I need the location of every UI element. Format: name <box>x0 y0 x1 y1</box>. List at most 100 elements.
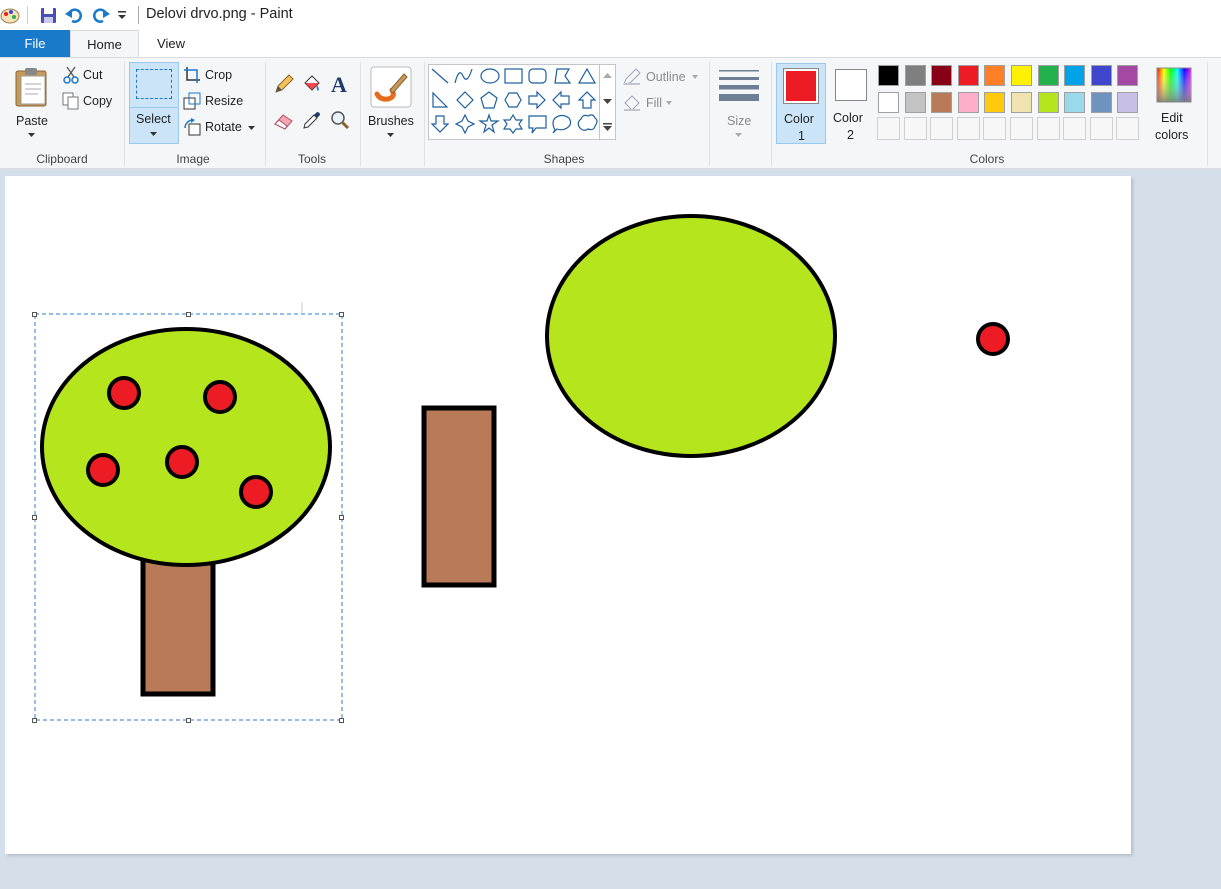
palette-swatch[interactable] <box>984 65 1006 86</box>
tab-file[interactable]: File <box>0 30 70 57</box>
custom-color-slot[interactable] <box>983 117 1007 141</box>
selection-handle[interactable] <box>32 312 37 317</box>
selection-handle[interactable] <box>339 515 344 520</box>
rotate-button[interactable]: Rotate <box>182 117 262 139</box>
custom-color-slot[interactable] <box>1063 117 1087 141</box>
select-label: Select <box>136 112 171 126</box>
palette-swatch[interactable] <box>1064 65 1086 86</box>
resize-button[interactable]: Resize <box>182 91 252 113</box>
fill-button[interactable]: Fill <box>622 93 702 115</box>
line-width-icon <box>719 70 759 101</box>
eraser-icon[interactable] <box>273 109 295 131</box>
copy-button[interactable]: Copy <box>60 90 120 112</box>
rectangle-shape-icon <box>504 68 523 84</box>
color1-label: Color <box>784 112 814 126</box>
palette-swatch[interactable] <box>931 65 953 86</box>
custom-color-slot[interactable] <box>903 117 927 141</box>
selection-handle[interactable] <box>32 718 37 723</box>
outline-brush-icon <box>623 68 641 85</box>
fill-bucket-icon[interactable] <box>301 73 323 95</box>
image-group-label: Image <box>176 152 210 166</box>
tab-view[interactable]: View <box>139 30 203 57</box>
text-tool-icon[interactable]: A <box>329 73 351 95</box>
right-arrow-shape-icon <box>528 90 546 110</box>
edit-colors-button[interactable]: Edit colors <box>1151 63 1197 144</box>
custom-color-slot[interactable] <box>930 117 954 141</box>
palette-swatch[interactable] <box>878 91 899 113</box>
group-separator <box>709 62 710 166</box>
save-icon[interactable] <box>40 7 57 24</box>
group-separator <box>265 62 266 166</box>
palette-swatch[interactable] <box>904 91 926 113</box>
palette-swatch[interactable] <box>1011 65 1032 86</box>
palette-swatch[interactable] <box>1011 91 1032 113</box>
palette-swatch[interactable] <box>904 65 926 86</box>
drawing-canvas[interactable] <box>5 176 1131 854</box>
custom-color-slot[interactable] <box>1089 117 1113 141</box>
color2-frame <box>835 69 867 101</box>
oval-callout-shape-icon <box>552 114 572 134</box>
crop-button[interactable]: Crop <box>182 65 242 87</box>
palette-swatch[interactable] <box>1037 91 1059 113</box>
custom-color-slot[interactable] <box>1010 117 1033 141</box>
cloud-callout-shape-icon <box>577 114 598 131</box>
selection-handle[interactable] <box>32 515 37 520</box>
undo-icon[interactable] <box>64 5 84 25</box>
selection-handle[interactable] <box>339 312 344 317</box>
palette-swatch[interactable] <box>1064 91 1086 113</box>
color1-button[interactable]: Color 1 <box>776 63 826 144</box>
six-point-star-shape-icon <box>502 113 524 134</box>
brushes-button[interactable]: Brushes <box>364 62 418 144</box>
paint-app-icon[interactable] <box>0 5 20 25</box>
select-button[interactable]: Select <box>129 62 179 144</box>
color-picker-icon[interactable] <box>301 109 323 131</box>
selection-handle[interactable] <box>186 312 191 317</box>
right-triangle-shape-icon <box>432 91 449 108</box>
pencil-icon[interactable] <box>273 73 295 95</box>
paste-button[interactable]: Paste <box>8 62 56 146</box>
apple <box>239 475 273 509</box>
selection-handle[interactable] <box>339 718 344 723</box>
chevron-down-icon <box>735 133 742 137</box>
title-divider <box>27 6 28 24</box>
redo-icon[interactable] <box>91 5 111 25</box>
cut-button[interactable]: Cut <box>60 64 120 86</box>
color1-number: 1 <box>798 129 805 143</box>
customize-toolbar-icon[interactable] <box>117 10 127 20</box>
palette-swatch[interactable] <box>1090 91 1112 113</box>
color2-swatch <box>838 72 864 98</box>
separate-foliage <box>545 214 837 458</box>
scroll-down-icon[interactable] <box>603 99 612 105</box>
palette-swatch[interactable] <box>1090 65 1112 86</box>
palette-swatch[interactable] <box>1117 65 1139 86</box>
palette-swatch[interactable] <box>1117 91 1139 113</box>
shapes-scrollbar[interactable] <box>600 64 616 140</box>
drawing <box>34 214 1010 721</box>
palette-swatch[interactable] <box>931 91 953 113</box>
custom-color-slot[interactable] <box>877 117 900 141</box>
custom-color-slot[interactable] <box>1036 117 1060 141</box>
expand-gallery-icon[interactable] <box>603 123 612 131</box>
tab-home[interactable]: Home <box>70 30 139 57</box>
shapes-gallery <box>428 64 600 140</box>
svg-text:A: A <box>331 73 347 95</box>
custom-color-slot[interactable] <box>1116 117 1140 141</box>
palette-swatch[interactable] <box>878 65 899 86</box>
group-separator <box>424 62 425 166</box>
tree-trunk <box>140 553 216 697</box>
line-shape-icon <box>431 68 449 84</box>
color2-button[interactable]: Color 2 <box>829 63 873 144</box>
triangle-shape-icon <box>577 67 597 84</box>
scroll-up-icon[interactable] <box>603 73 612 79</box>
palette-swatch[interactable] <box>984 91 1006 113</box>
custom-color-slot[interactable] <box>956 117 980 141</box>
outline-button[interactable]: Outline <box>622 67 702 89</box>
group-separator <box>124 62 125 166</box>
palette-swatch[interactable] <box>957 65 979 86</box>
palette-swatch[interactable] <box>957 91 979 113</box>
magnifier-icon[interactable] <box>329 109 351 131</box>
four-point-star-shape-icon <box>454 113 476 135</box>
size-button[interactable]: Size <box>714 62 764 144</box>
palette-swatch[interactable] <box>1037 65 1059 86</box>
selection-handle[interactable] <box>186 718 191 723</box>
